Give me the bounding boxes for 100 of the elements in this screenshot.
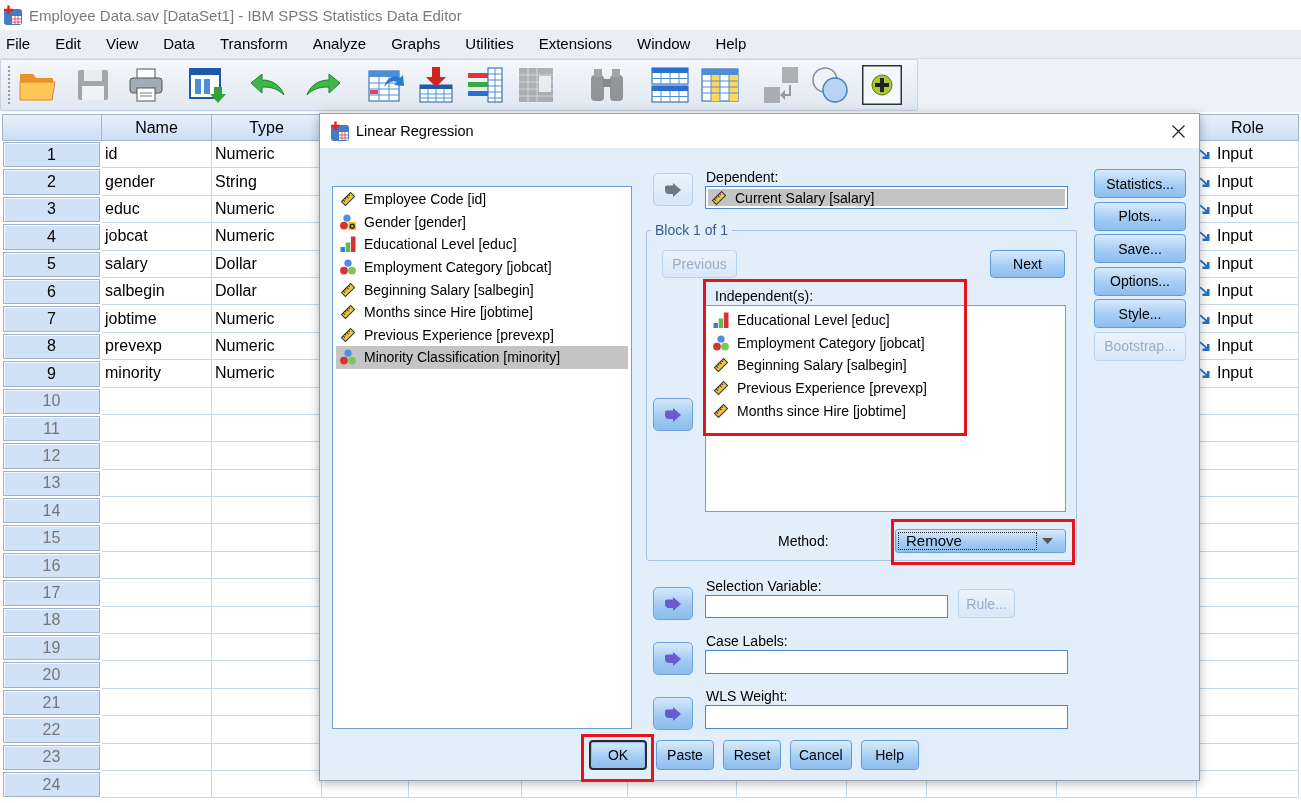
dialog-button[interactable]: OK [589, 740, 647, 770]
row-header[interactable]: 11 [3, 415, 100, 442]
table-cell[interactable] [102, 387, 212, 415]
row-header[interactable]: 10 [3, 388, 100, 414]
table-cell[interactable] [102, 606, 212, 635]
dialog-button[interactable]: Options... [1094, 266, 1186, 296]
row-header[interactable]: 6 [3, 278, 100, 305]
list-item[interactable]: Gender [gender] [336, 210, 628, 234]
window-arrow-icon[interactable] [187, 65, 227, 105]
dialog-button[interactable]: Statistics... [1094, 169, 1186, 198]
dialog-button[interactable]: Paste [656, 740, 714, 770]
table-cell[interactable] [102, 771, 212, 799]
list-item[interactable]: Employee Code [id] [336, 188, 628, 211]
row-header[interactable]: 21 [3, 689, 100, 716]
list-item[interactable]: Employment Category [jobcat] [708, 331, 1063, 355]
row-header[interactable]: 7 [3, 306, 100, 332]
menu-item[interactable]: Edit [55, 35, 82, 53]
table-cell[interactable] [102, 442, 212, 470]
table-cell[interactable]: jobcat [102, 223, 212, 251]
table-down-arrow-icon[interactable] [416, 65, 456, 105]
dialog-button[interactable]: Save... [1094, 234, 1186, 264]
printer-icon[interactable] [126, 65, 166, 105]
row-header[interactable]: 8 [3, 333, 100, 360]
table-cell[interactable]: educ [102, 195, 212, 224]
dialog-button[interactable]: Cancel [790, 740, 852, 770]
table-cell[interactable]: jobtime [102, 305, 212, 333]
dialog-button[interactable]: Help [860, 740, 919, 770]
colored-bars-icon[interactable] [465, 65, 505, 105]
dialog-button[interactable]: Plots... [1094, 201, 1186, 231]
list-item[interactable]: Employment Category [jobcat] [336, 255, 628, 279]
grip-icon[interactable] [7, 65, 11, 105]
list-item[interactable]: Educational Level [educ] [708, 309, 1063, 332]
table-cell[interactable] [102, 469, 212, 498]
row-header[interactable]: 22 [3, 717, 100, 743]
input-field[interactable] [705, 595, 948, 618]
table-cell[interactable] [102, 414, 212, 443]
list-item[interactable]: Beginning Salary [salbegin] [708, 354, 1063, 377]
table-cell[interactable] [102, 688, 212, 717]
table-columns-icon[interactable] [700, 65, 740, 105]
header-corner[interactable] [2, 114, 102, 141]
move-button[interactable] [653, 642, 693, 675]
row-header[interactable]: 19 [3, 635, 100, 661]
row-header[interactable]: 1 [3, 142, 100, 168]
input-field[interactable] [705, 705, 1068, 729]
row-header[interactable]: 14 [3, 498, 100, 524]
move-button[interactable] [653, 398, 693, 431]
menu-item[interactable]: Utilities [465, 35, 514, 53]
list-item[interactable]: Beginning Salary [salbegin] [336, 278, 628, 301]
table-cell[interactable] [102, 661, 212, 689]
table-cell[interactable] [102, 743, 212, 771]
close-icon[interactable] [1172, 124, 1185, 138]
table-cell[interactable] [102, 579, 212, 607]
row-header[interactable]: 3 [3, 196, 100, 223]
row-header[interactable]: 4 [3, 224, 100, 250]
overlapping-circles-icon[interactable] [810, 65, 850, 105]
move-button[interactable] [653, 697, 693, 730]
table-cell[interactable]: gender [102, 168, 212, 196]
input-field[interactable] [705, 650, 1068, 674]
row-header[interactable]: 17 [3, 580, 100, 606]
table-cell[interactable]: salary [102, 250, 212, 278]
table-cell[interactable]: id [102, 141, 212, 169]
next-button[interactable]: Next [990, 250, 1065, 278]
menu-item[interactable]: File [6, 35, 31, 53]
table-cell[interactable]: salbegin [102, 277, 212, 306]
row-header[interactable]: 15 [3, 525, 100, 551]
row-header[interactable]: 2 [3, 169, 100, 195]
row-header[interactable]: 5 [3, 251, 100, 277]
list-item[interactable]: Previous Experience [prevexp] [336, 323, 628, 347]
row-header[interactable]: 20 [3, 662, 100, 688]
menu-item[interactable]: Window [637, 35, 691, 53]
table-cell[interactable] [102, 716, 212, 744]
table-cell[interactable]: minority [102, 360, 212, 388]
list-item[interactable]: Educational Level [educ] [336, 233, 628, 256]
row-header[interactable]: 16 [3, 552, 100, 579]
list-item[interactable]: Previous Experience [prevexp] [708, 376, 1063, 400]
row-header[interactable]: 9 [3, 361, 100, 387]
dialog-button[interactable]: Reset [723, 740, 781, 770]
column-header[interactable]: Name [102, 114, 212, 141]
move-button[interactable] [653, 587, 693, 620]
table-cell[interactable] [102, 634, 212, 662]
menu-item[interactable]: View [106, 35, 139, 53]
list-item[interactable]: Months since Hire [jobtime] [708, 399, 1063, 422]
table-cell[interactable] [102, 497, 212, 525]
menu-item[interactable]: Help [715, 35, 747, 53]
menu-item[interactable]: Analyze [312, 35, 367, 53]
dialog-button[interactable]: Style... [1094, 299, 1186, 329]
table-cell[interactable] [102, 524, 212, 552]
column-header[interactable]: Type [212, 114, 322, 141]
column-header[interactable]: Role [1197, 114, 1299, 141]
list-item[interactable]: Months since Hire [jobtime] [336, 300, 628, 324]
stacked-tables-icon[interactable] [650, 65, 690, 105]
row-header[interactable]: 12 [3, 443, 100, 469]
menu-item[interactable]: Graphs [391, 35, 441, 53]
row-header[interactable]: 23 [3, 744, 100, 770]
table-cell[interactable] [102, 551, 212, 580]
row-header[interactable]: 13 [3, 470, 100, 497]
row-header[interactable]: 18 [3, 607, 100, 634]
list-item[interactable]: Minority Classification [minority] [336, 346, 628, 369]
menu-item[interactable]: Extensions [538, 35, 613, 53]
table-cell[interactable]: prevexp [102, 332, 212, 361]
